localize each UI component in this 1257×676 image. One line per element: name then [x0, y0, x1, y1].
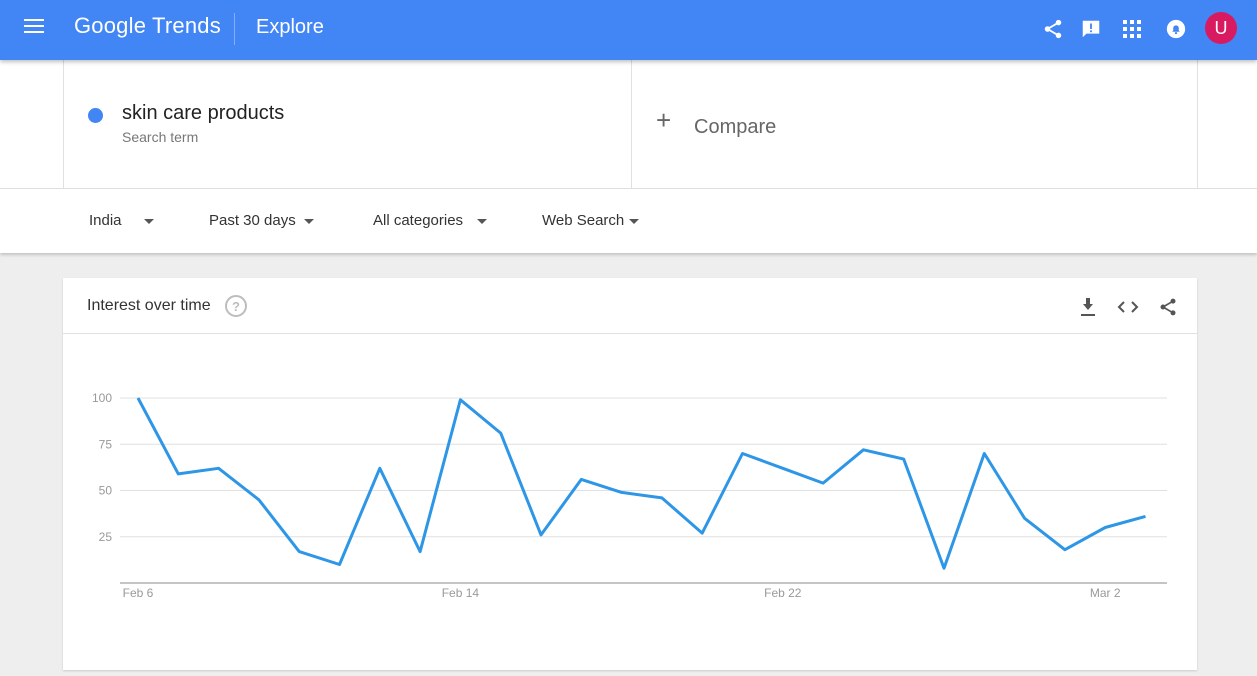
- search-type-value: Web Search: [542, 212, 625, 229]
- region-value: India: [89, 212, 122, 229]
- search-term-card[interactable]: skin care products Search term: [63, 60, 632, 188]
- search-type-dropdown[interactable]: Web Search: [542, 212, 639, 229]
- time-range-dropdown[interactable]: Past 30 days: [209, 212, 314, 229]
- data-point: [1023, 517, 1026, 520]
- region-dropdown[interactable]: India: [89, 212, 154, 229]
- y-tick-label: 75: [99, 437, 113, 451]
- interest-over-time-card: Interest over time ? 25 50 75 100 Feb 6 Feb 1…: [63, 278, 1197, 670]
- top-app-bar: Google Trends Explore U: [0, 0, 1257, 60]
- data-point: [137, 397, 140, 400]
- data-point: [338, 563, 341, 566]
- y-tick-label: 100: [92, 391, 112, 405]
- search-term-type: Search term: [122, 129, 199, 145]
- apps-grid-icon[interactable]: [1119, 16, 1145, 42]
- data-point: [1063, 548, 1066, 551]
- chevron-down-icon: [304, 219, 314, 224]
- data-point: [580, 478, 583, 481]
- share-icon[interactable]: [1040, 16, 1066, 42]
- data-point: [781, 467, 784, 470]
- data-point: [741, 452, 744, 455]
- data-point: [459, 398, 462, 401]
- menu-icon[interactable]: [24, 18, 46, 42]
- data-point: [620, 491, 623, 494]
- x-tick-label: Feb 22: [764, 586, 802, 600]
- plus-icon: +: [656, 105, 672, 135]
- data-point: [902, 458, 905, 461]
- chevron-down-icon: [144, 219, 154, 224]
- x-tick-label: Feb 6: [123, 586, 154, 600]
- category-value: All categories: [373, 212, 464, 229]
- data-point: [701, 532, 704, 535]
- time-range-value: Past 30 days: [209, 212, 296, 229]
- category-dropdown[interactable]: All categories: [373, 212, 487, 229]
- chevron-down-icon: [629, 219, 639, 224]
- y-tick-label: 50: [99, 484, 113, 498]
- search-terms-panel: skin care products Search term + Compare: [0, 60, 1257, 189]
- data-point: [1104, 526, 1107, 529]
- y-tick-label: 25: [99, 530, 113, 544]
- data-point: [217, 467, 220, 470]
- search-term-label[interactable]: skin care products: [122, 102, 284, 125]
- notifications-icon[interactable]: [1163, 16, 1189, 42]
- data-point: [177, 472, 180, 475]
- data-point: [1144, 515, 1147, 518]
- data-point: [540, 533, 543, 536]
- chevron-down-icon: [477, 219, 487, 224]
- data-point: [983, 452, 986, 455]
- feedback-icon[interactable]: [1078, 16, 1104, 42]
- app-logo[interactable]: Google Trends: [74, 13, 221, 39]
- x-tick-label: Mar 2: [1090, 586, 1121, 600]
- filter-bar: India Past 30 days All categories Web Se…: [0, 189, 1257, 253]
- compare-label: Compare: [694, 116, 777, 138]
- interest-line-chart: 25 50 75 100 Feb 6 Feb 14 Feb 22 Mar 2: [92, 391, 1167, 600]
- header-divider: [234, 13, 235, 45]
- series-line: [136, 397, 1146, 570]
- data-point: [257, 498, 260, 501]
- data-point: [862, 448, 865, 451]
- compare-button[interactable]: + Compare: [630, 60, 1198, 188]
- data-point: [378, 467, 381, 470]
- page-title: Explore: [256, 16, 324, 38]
- data-point: [822, 482, 825, 485]
- data-point: [419, 550, 422, 553]
- data-point: [943, 567, 946, 570]
- term-color-dot: [88, 108, 103, 123]
- data-point: [660, 496, 663, 499]
- x-tick-label: Feb 14: [442, 586, 480, 600]
- data-point: [499, 432, 502, 435]
- avatar[interactable]: U: [1205, 12, 1237, 44]
- data-point: [298, 550, 301, 553]
